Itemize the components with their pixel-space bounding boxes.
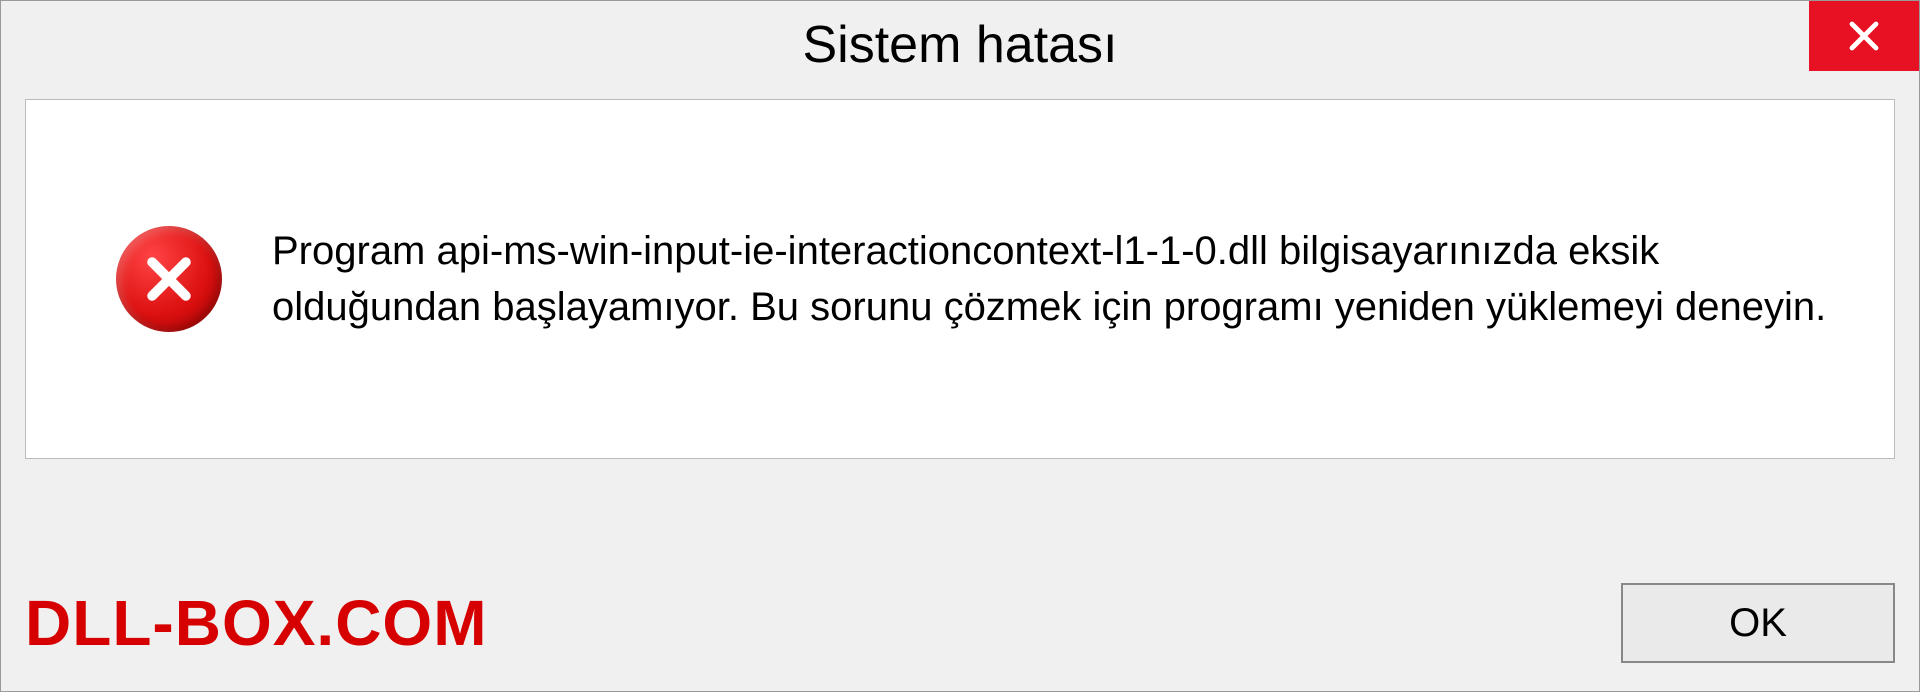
error-icon [116,226,222,332]
footer: DLL-BOX.COM OK [25,583,1895,663]
watermark-text: DLL-BOX.COM [25,586,488,660]
content-area: Program api-ms-win-input-ie-interactionc… [25,99,1895,459]
error-icon-wrap [116,226,222,332]
dialog-title: Sistem hatası [802,15,1117,75]
error-message: Program api-ms-win-input-ie-interactionc… [272,223,1834,335]
close-icon [1846,18,1882,54]
ok-button[interactable]: OK [1621,583,1895,663]
close-button[interactable] [1809,1,1919,71]
titlebar: Sistem hatası [1,1,1919,89]
